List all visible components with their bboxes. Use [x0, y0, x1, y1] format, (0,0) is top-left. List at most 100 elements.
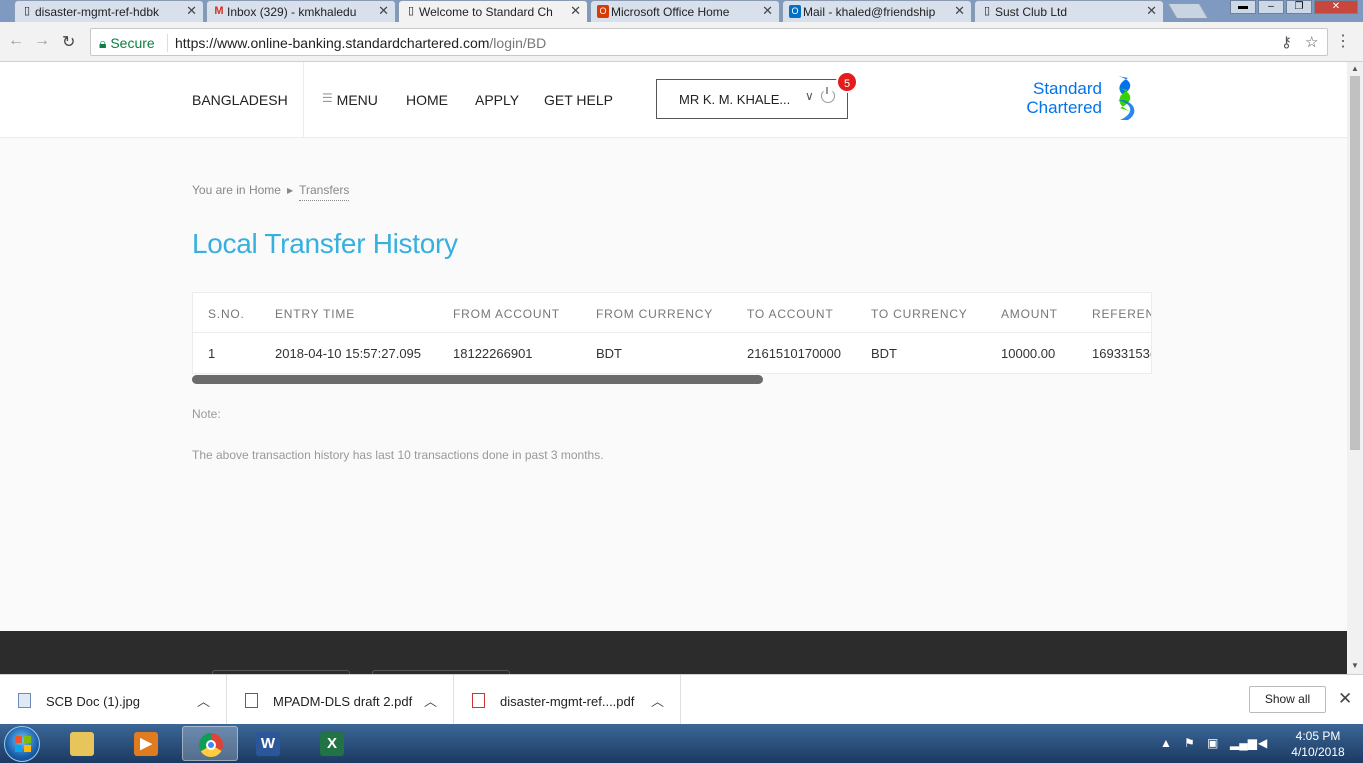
- address-bar[interactable]: 🔒︎ Secure https://www.online-banking.sta…: [90, 28, 1328, 56]
- transfer-history-table: S.NO. ENTRY TIME FROM ACCOUNT FROM CURRE…: [192, 292, 1152, 374]
- column-header-amount: AMOUNT: [1001, 307, 1058, 321]
- show-all-downloads-button[interactable]: Show all: [1249, 686, 1326, 713]
- browser-tab-5[interactable]: O Mail - khaled@friendship ✕: [782, 0, 972, 22]
- close-tab-icon[interactable]: ✕: [954, 3, 965, 19]
- browser-tab-strip: ▯ disaster-mgmt-ref-hdbk ✕ M Inbox (329)…: [0, 0, 1363, 22]
- minimize-window-icon[interactable]: –: [1258, 0, 1284, 14]
- bookmark-star-icon[interactable]: ☆: [1305, 33, 1318, 51]
- gmail-icon: M: [214, 5, 224, 17]
- browser-tab-1[interactable]: ▯ disaster-mgmt-ref-hdbk ✕: [14, 0, 204, 22]
- nav-divider: [303, 62, 304, 138]
- secure-indicator[interactable]: 🔒︎ Secure: [99, 35, 155, 52]
- restore-window-icon[interactable]: ❐: [1286, 0, 1312, 14]
- menu-button[interactable]: ☰ MENU: [322, 91, 378, 108]
- outlook-icon: O: [789, 5, 801, 18]
- hamburger-icon: ☰: [322, 91, 333, 105]
- scroll-up-arrow-icon[interactable]: ▲: [1351, 64, 1359, 73]
- notification-badge[interactable]: 5: [836, 71, 858, 93]
- clock-date: 4/10/2018: [1291, 745, 1345, 759]
- close-tab-icon[interactable]: ✕: [762, 3, 773, 19]
- download-filename: disaster-mgmt-ref....pdf: [500, 694, 635, 709]
- scrollbar-thumb[interactable]: [1350, 76, 1360, 450]
- show-hidden-icons-icon[interactable]: ▲: [1160, 736, 1172, 750]
- volume-icon[interactable]: ◀: [1258, 736, 1267, 750]
- logout-power-icon[interactable]: [821, 87, 835, 103]
- media-player-icon: ▶: [134, 732, 158, 756]
- taskbar-file-explorer[interactable]: [54, 726, 110, 761]
- scroll-down-arrow-icon[interactable]: ▼: [1351, 661, 1359, 670]
- table-horizontal-scrollbar[interactable]: [192, 375, 763, 384]
- cell-from-account: 18122266901: [453, 346, 533, 361]
- country-selector[interactable]: BANGLADESH: [192, 92, 288, 108]
- breadcrumb: You are in Home ▶ Transfers: [192, 183, 350, 201]
- network-signal-icon[interactable]: ▂▄▆: [1230, 736, 1257, 750]
- browser-tab-2[interactable]: M Inbox (329) - kmkhaledu ✕: [206, 0, 396, 22]
- breadcrumb-prefix: You are in: [192, 183, 246, 197]
- reload-icon[interactable]: ↻: [62, 32, 75, 52]
- nav-home[interactable]: HOME: [406, 92, 448, 108]
- close-tab-icon[interactable]: ✕: [1146, 3, 1157, 19]
- url-host: https://www.online-banking.standardchart…: [175, 35, 490, 51]
- device-icon[interactable]: ▣: [1207, 736, 1218, 750]
- column-header-reference: REFEREN: [1092, 307, 1152, 321]
- download-item[interactable]: MPADM-DLS draft 2.pdf ︿: [227, 675, 454, 725]
- standard-chartered-logo[interactable]: Standard Chartered: [1016, 76, 1146, 126]
- cell-entry-time: 2018-04-10 15:57:27.095: [275, 346, 422, 361]
- taskbar-excel[interactable]: X: [304, 726, 360, 761]
- folder-icon: [70, 732, 94, 756]
- browser-tab-3-active[interactable]: ▯ Welcome to Standard Ch ✕: [398, 0, 588, 22]
- chrome-icon: [199, 733, 223, 757]
- download-item[interactable]: disaster-mgmt-ref....pdf ︿: [454, 675, 681, 725]
- browser-tab-6[interactable]: ▯ Sust Club Ltd ✕: [974, 0, 1164, 22]
- close-downloads-bar-icon[interactable]: ✕: [1338, 689, 1352, 709]
- windows-taskbar: ▶ W X ▲ ⚑ ▣ ▂▄▆ ◀ 4:05 PM 4/10/2018: [0, 724, 1363, 763]
- column-header-to-account: TO ACCOUNT: [747, 307, 834, 321]
- action-center-flag-icon[interactable]: ⚑: [1184, 736, 1195, 750]
- logo-mark-icon: [1118, 76, 1135, 120]
- profile-icon[interactable]: ▬: [1230, 0, 1256, 14]
- key-icon[interactable]: ⚷: [1281, 33, 1292, 51]
- word-icon: W: [256, 732, 280, 756]
- page-vertical-scrollbar[interactable]: ▲ ▼: [1347, 62, 1363, 674]
- chevron-up-icon[interactable]: ︿: [424, 691, 437, 710]
- logo-line-1: Standard: [1033, 79, 1102, 98]
- browser-toolbar: ← → ↻ 🔒︎ Secure https://www.online-banki…: [0, 22, 1363, 62]
- page-title: Local Transfer History: [192, 228, 458, 259]
- note-text: The above transaction history has last 1…: [192, 448, 604, 462]
- column-header-entry-time: ENTRY TIME: [275, 307, 356, 321]
- tab-title: Welcome to Standard Ch: [419, 5, 553, 19]
- pdf-file-icon: [472, 693, 485, 708]
- cell-reference: 16933153(: [1092, 346, 1152, 361]
- taskbar-word[interactable]: W: [240, 726, 296, 761]
- chrome-menu-icon[interactable]: ⋮: [1335, 31, 1351, 51]
- browser-tab-4[interactable]: O Microsoft Office Home ✕: [590, 0, 780, 22]
- tab-title: Microsoft Office Home: [611, 5, 730, 19]
- system-clock[interactable]: 4:05 PM 4/10/2018: [1280, 728, 1356, 760]
- start-button[interactable]: [4, 726, 40, 762]
- taskbar-chrome[interactable]: [182, 726, 238, 761]
- cell-amount: 10000.00: [1001, 346, 1056, 361]
- url-text[interactable]: https://www.online-banking.standardchart…: [175, 35, 546, 51]
- breadcrumb-home[interactable]: Home: [249, 183, 281, 197]
- back-icon[interactable]: ←: [8, 32, 24, 50]
- new-tab-button[interactable]: [1167, 3, 1209, 19]
- user-account-dropdown[interactable]: MR K. M. KHALE... ∨: [656, 79, 848, 119]
- address-separator: [167, 34, 168, 52]
- secure-label: Secure: [110, 35, 155, 51]
- close-tab-icon[interactable]: ✕: [186, 3, 197, 19]
- chevron-up-icon[interactable]: ︿: [651, 691, 664, 710]
- nav-apply[interactable]: APPLY: [475, 92, 519, 108]
- forward-icon[interactable]: →: [34, 32, 50, 50]
- close-tab-icon[interactable]: ✕: [378, 3, 389, 19]
- note-label: Note:: [192, 407, 221, 421]
- download-item[interactable]: SCB Doc (1).jpg ︿: [0, 675, 227, 725]
- close-tab-icon[interactable]: ✕: [570, 3, 581, 19]
- chevron-up-icon[interactable]: ︿: [197, 691, 210, 710]
- excel-icon: X: [320, 732, 344, 756]
- taskbar-media-player[interactable]: ▶: [118, 726, 174, 761]
- site-footer: [0, 631, 1347, 674]
- close-window-icon[interactable]: ✕: [1314, 0, 1358, 14]
- windows-logo-icon: [15, 736, 31, 752]
- nav-get-help[interactable]: GET HELP: [544, 92, 613, 108]
- column-header-from-currency: FROM CURRENCY: [596, 307, 714, 321]
